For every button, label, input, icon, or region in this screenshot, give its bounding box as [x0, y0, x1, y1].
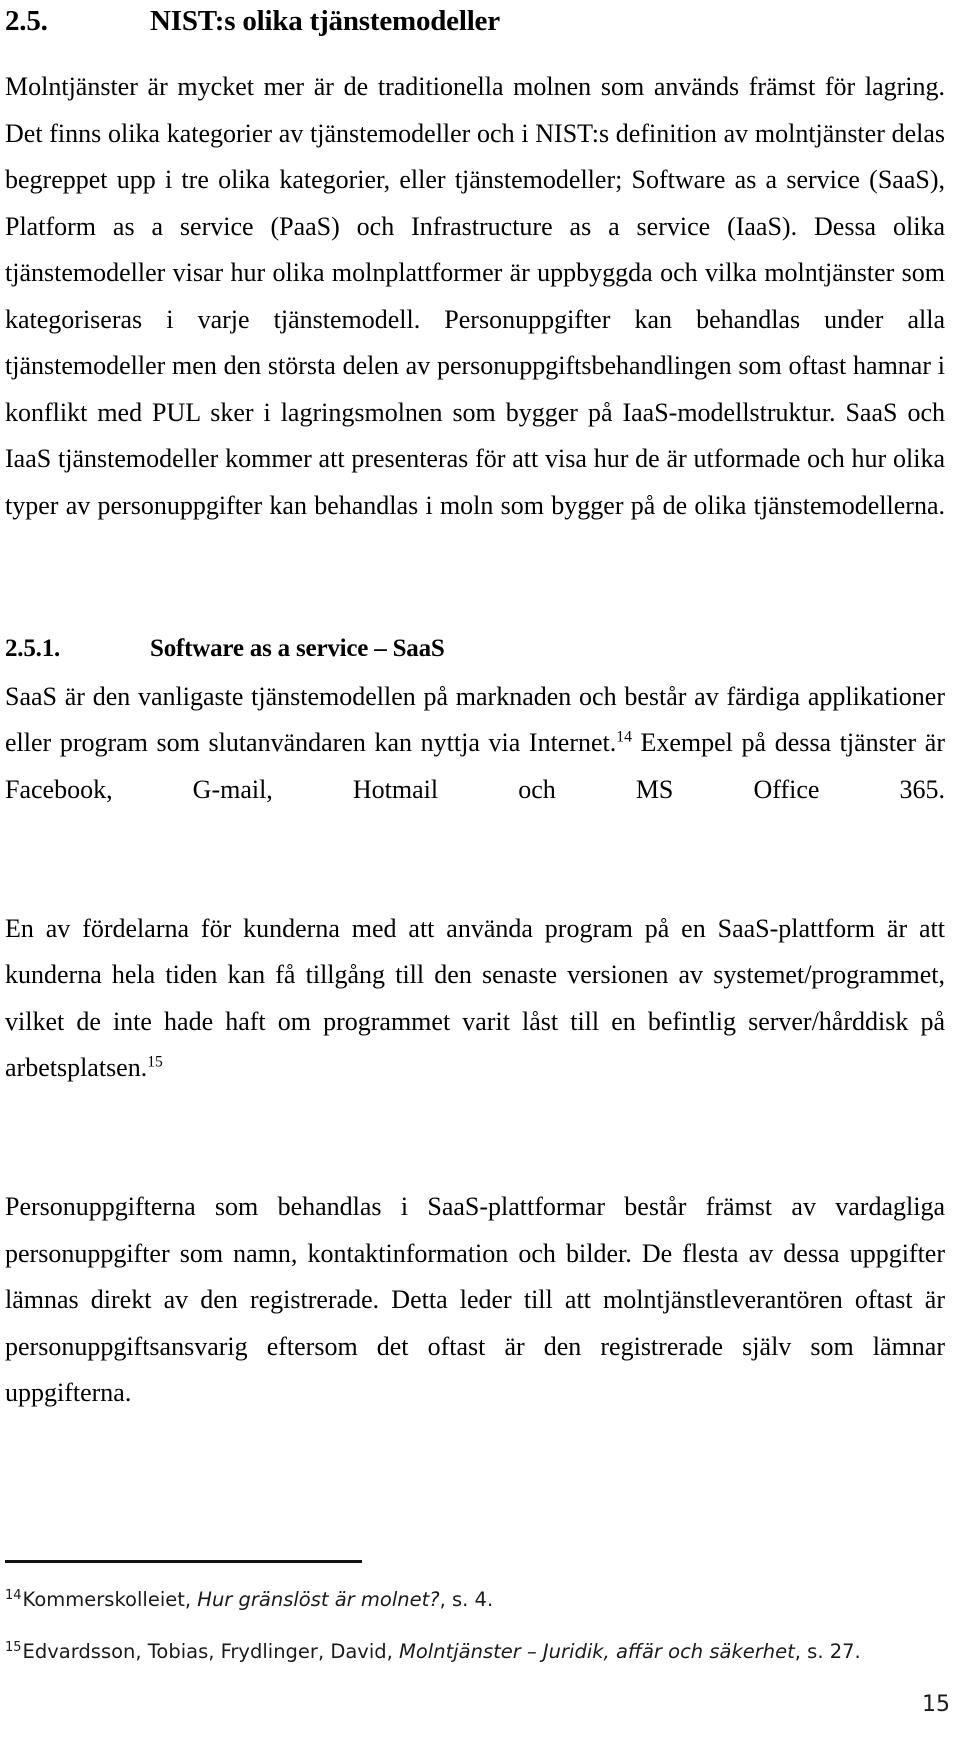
document-page: 2.5. NIST:s olika tjänstemodeller Molntj… [0, 0, 960, 1738]
footnote-area: 14Kommerskolleiet, Hur gränslöst är moln… [5, 1560, 945, 1689]
footnote-separator [5, 1560, 362, 1563]
section-title: NIST:s olika tjänstemodeller [150, 5, 500, 37]
footnote-number: 15 [5, 1639, 22, 1655]
paragraph-intro: Molntjänster är mycket mer är de traditi… [5, 72, 945, 520]
footnote-title: Molntjänster – Juridik, affär och säkerh… [399, 1640, 795, 1663]
paragraph-saas-personal-data: Personuppgifterna som behandlas i SaaS-p… [5, 1192, 945, 1407]
section-heading: 2.5. NIST:s olika tjänstemodeller [5, 4, 945, 38]
paragraph-saas-definition: SaaS är den vanligaste tjänstemodellen p… [5, 674, 945, 860]
footnote-text-after: , s. 4. [439, 1588, 494, 1611]
paragraph-saas-benefits: En av fördelarna för kunderna med att an… [5, 906, 945, 1139]
subsection-number: 2.5.1. [5, 634, 61, 662]
footnote-number: 14 [5, 1587, 22, 1603]
subsection-heading: 2.5.1. Software as a service – SaaS [5, 634, 945, 664]
footnote-text-after: , s. 27. [794, 1640, 861, 1663]
page-content: 2.5. NIST:s olika tjänstemodeller Molntj… [5, 0, 945, 1463]
footnote-item: 14Kommerskolleiet, Hur gränslöst är moln… [5, 1585, 945, 1615]
footnote-title: Hur gränslöst är molnet? [197, 1588, 440, 1611]
footnote-item: 15Edvardsson, Tobias, Frydlinger, David,… [5, 1637, 945, 1667]
footnote-text-before: Kommerskolleiet, [22, 1588, 198, 1611]
footnote-marker-14[interactable]: 14 [616, 728, 632, 745]
subsection-title: Software as a service – SaaS [150, 634, 445, 662]
paragraph-text: En av fördelarna för kunderna med att an… [5, 913, 945, 1083]
footnote-text-before: Edvardsson, Tobias, Frydlinger, David, [22, 1640, 400, 1663]
page-number: 15 [922, 1692, 950, 1717]
footnote-marker-15[interactable]: 15 [147, 1053, 163, 1070]
section-number: 2.5. [5, 5, 48, 37]
